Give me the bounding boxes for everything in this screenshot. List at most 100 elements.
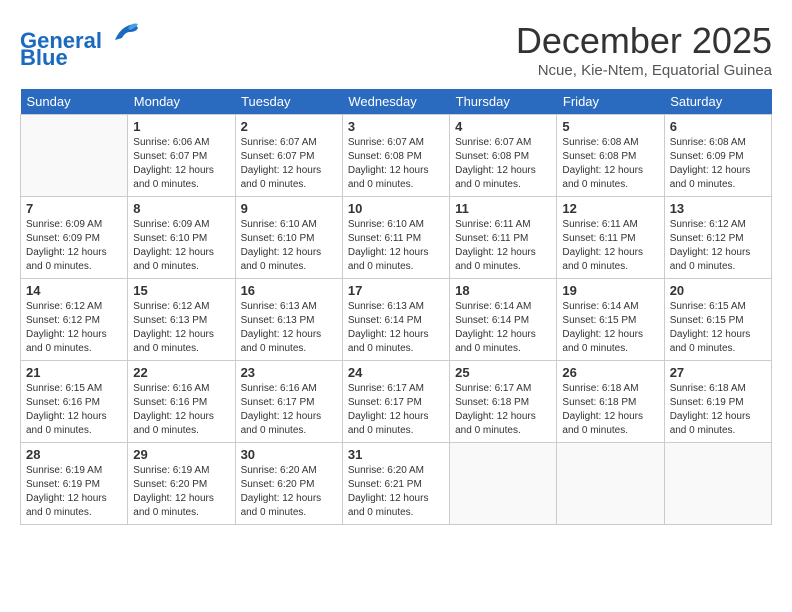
calendar-week-row: 21Sunrise: 6:15 AMSunset: 6:16 PMDayligh… bbox=[21, 361, 772, 443]
calendar-cell: 16 Sunrise: 6:13 AMSunset: 6:13 PMDayligh… bbox=[235, 279, 342, 361]
day-number: 11 bbox=[455, 201, 551, 216]
calendar-cell: 27 Sunrise: 6:18 AMSunset: 6:19 PMDayligh… bbox=[664, 361, 771, 443]
day-number: 24 bbox=[348, 365, 444, 380]
calendar-cell: 6 Sunrise: 6:08 AMSunset: 6:09 PMDaylight… bbox=[664, 115, 771, 197]
day-number: 12 bbox=[562, 201, 658, 216]
calendar-cell: 3 Sunrise: 6:07 AMSunset: 6:08 PMDaylight… bbox=[342, 115, 449, 197]
day-info: Sunrise: 6:09 AMSunset: 6:10 PMDaylight:… bbox=[133, 218, 229, 274]
day-info: Sunrise: 6:17 AMSunset: 6:18 PMDaylight:… bbox=[455, 382, 551, 438]
calendar-cell: 12 Sunrise: 6:11 AMSunset: 6:11 PMDayligh… bbox=[557, 197, 664, 279]
day-number: 30 bbox=[241, 447, 337, 462]
day-info: Sunrise: 6:09 AMSunset: 6:09 PMDaylight:… bbox=[26, 218, 122, 274]
calendar-cell: 1Sunrise: 6:06 AMSunset: 6:07 PMDaylight… bbox=[128, 115, 235, 197]
calendar-cell: 26 Sunrise: 6:18 AMSunset: 6:18 PMDayligh… bbox=[557, 361, 664, 443]
day-info: Sunrise: 6:13 AMSunset: 6:14 PMDaylight:… bbox=[348, 300, 444, 356]
day-info: Sunrise: 6:12 AMSunset: 6:12 PMDaylight:… bbox=[26, 300, 122, 356]
calendar-cell bbox=[664, 443, 771, 525]
day-info: Sunrise: 6:11 AMSunset: 6:11 PMDaylight:… bbox=[455, 218, 551, 274]
day-info: Sunrise: 6:20 AMSunset: 6:21 PMDaylight:… bbox=[348, 464, 444, 520]
calendar-cell: 4Sunrise: 6:07 AMSunset: 6:08 PMDaylight… bbox=[450, 115, 557, 197]
calendar-header-row: SundayMondayTuesdayWednesdayThursdayFrid… bbox=[21, 89, 772, 115]
day-number: 15 bbox=[133, 283, 229, 298]
column-header-tuesday: Tuesday bbox=[235, 89, 342, 115]
day-info: Sunrise: 6:07 AMSunset: 6:07 PMDaylight:… bbox=[241, 136, 337, 192]
column-header-saturday: Saturday bbox=[664, 89, 771, 115]
calendar-cell: 15 Sunrise: 6:12 AMSunset: 6:13 PMDayligh… bbox=[128, 279, 235, 361]
day-number: 25 bbox=[455, 365, 551, 380]
day-info: Sunrise: 6:15 AMSunset: 6:16 PMDaylight:… bbox=[26, 382, 122, 438]
calendar-week-row: 7 Sunrise: 6:09 AMSunset: 6:09 PMDaylight… bbox=[21, 197, 772, 279]
calendar-cell: 19 Sunrise: 6:14 AMSunset: 6:15 PMDayligh… bbox=[557, 279, 664, 361]
calendar-cell: 14 Sunrise: 6:12 AMSunset: 6:12 PMDayligh… bbox=[21, 279, 128, 361]
day-info: Sunrise: 6:16 AMSunset: 6:16 PMDaylight:… bbox=[133, 382, 229, 438]
calendar-cell: 21Sunrise: 6:15 AMSunset: 6:16 PMDayligh… bbox=[21, 361, 128, 443]
calendar-cell: 28 Sunrise: 6:19 AMSunset: 6:19 PMDayligh… bbox=[21, 443, 128, 525]
calendar-cell: 11 Sunrise: 6:11 AMSunset: 6:11 PMDayligh… bbox=[450, 197, 557, 279]
logo: General Blue bbox=[20, 20, 140, 67]
day-info: Sunrise: 6:20 AMSunset: 6:20 PMDaylight:… bbox=[241, 464, 337, 520]
day-number: 13 bbox=[670, 201, 766, 216]
page-header: General Blue December 2025 Ncue, Kie-Nte… bbox=[20, 20, 772, 79]
day-number: 19 bbox=[562, 283, 658, 298]
calendar-cell: 10Sunrise: 6:10 AMSunset: 6:11 PMDayligh… bbox=[342, 197, 449, 279]
calendar-cell: 22 Sunrise: 6:16 AMSunset: 6:16 PMDayligh… bbox=[128, 361, 235, 443]
day-number: 6 bbox=[670, 119, 766, 134]
day-number: 3 bbox=[348, 119, 444, 134]
column-header-friday: Friday bbox=[557, 89, 664, 115]
day-info: Sunrise: 6:17 AMSunset: 6:17 PMDaylight:… bbox=[348, 382, 444, 438]
day-info: Sunrise: 6:14 AMSunset: 6:15 PMDaylight:… bbox=[562, 300, 658, 356]
day-number: 28 bbox=[26, 447, 122, 462]
calendar-cell: 20Sunrise: 6:15 AMSunset: 6:15 PMDayligh… bbox=[664, 279, 771, 361]
day-info: Sunrise: 6:12 AMSunset: 6:13 PMDaylight:… bbox=[133, 300, 229, 356]
calendar-cell: 9Sunrise: 6:10 AMSunset: 6:10 PMDaylight… bbox=[235, 197, 342, 279]
calendar-cell: 31 Sunrise: 6:20 AMSunset: 6:21 PMDayligh… bbox=[342, 443, 449, 525]
day-number: 22 bbox=[133, 365, 229, 380]
day-info: Sunrise: 6:15 AMSunset: 6:15 PMDaylight:… bbox=[670, 300, 766, 356]
day-info: Sunrise: 6:18 AMSunset: 6:19 PMDaylight:… bbox=[670, 382, 766, 438]
day-info: Sunrise: 6:07 AMSunset: 6:08 PMDaylight:… bbox=[348, 136, 444, 192]
day-info: Sunrise: 6:06 AMSunset: 6:07 PMDaylight:… bbox=[133, 136, 229, 192]
day-number: 5 bbox=[562, 119, 658, 134]
calendar-week-row: 14 Sunrise: 6:12 AMSunset: 6:12 PMDayligh… bbox=[21, 279, 772, 361]
calendar-cell: 18 Sunrise: 6:14 AMSunset: 6:14 PMDayligh… bbox=[450, 279, 557, 361]
logo-bird-icon bbox=[110, 20, 140, 48]
day-number: 18 bbox=[455, 283, 551, 298]
day-number: 7 bbox=[26, 201, 122, 216]
calendar-cell: 13 Sunrise: 6:12 AMSunset: 6:12 PMDayligh… bbox=[664, 197, 771, 279]
column-header-monday: Monday bbox=[128, 89, 235, 115]
day-info: Sunrise: 6:14 AMSunset: 6:14 PMDaylight:… bbox=[455, 300, 551, 356]
calendar-cell: 2 Sunrise: 6:07 AMSunset: 6:07 PMDaylight… bbox=[235, 115, 342, 197]
day-info: Sunrise: 6:13 AMSunset: 6:13 PMDaylight:… bbox=[241, 300, 337, 356]
day-info: Sunrise: 6:08 AMSunset: 6:09 PMDaylight:… bbox=[670, 136, 766, 192]
calendar-cell: 24 Sunrise: 6:17 AMSunset: 6:17 PMDayligh… bbox=[342, 361, 449, 443]
title-block: December 2025 Ncue, Kie-Ntem, Equatorial… bbox=[516, 20, 772, 79]
day-number: 10 bbox=[348, 201, 444, 216]
calendar-cell bbox=[21, 115, 128, 197]
column-header-thursday: Thursday bbox=[450, 89, 557, 115]
calendar-cell: 29 Sunrise: 6:19 AMSunset: 6:20 PMDayligh… bbox=[128, 443, 235, 525]
calendar-cell bbox=[557, 443, 664, 525]
day-number: 8 bbox=[133, 201, 229, 216]
day-number: 2 bbox=[241, 119, 337, 134]
day-number: 29 bbox=[133, 447, 229, 462]
calendar-week-row: 1Sunrise: 6:06 AMSunset: 6:07 PMDaylight… bbox=[21, 115, 772, 197]
day-info: Sunrise: 6:12 AMSunset: 6:12 PMDaylight:… bbox=[670, 218, 766, 274]
day-number: 14 bbox=[26, 283, 122, 298]
calendar-cell: 23Sunrise: 6:16 AMSunset: 6:17 PMDayligh… bbox=[235, 361, 342, 443]
day-info: Sunrise: 6:18 AMSunset: 6:18 PMDaylight:… bbox=[562, 382, 658, 438]
day-number: 16 bbox=[241, 283, 337, 298]
day-info: Sunrise: 6:07 AMSunset: 6:08 PMDaylight:… bbox=[455, 136, 551, 192]
calendar-week-row: 28 Sunrise: 6:19 AMSunset: 6:19 PMDayligh… bbox=[21, 443, 772, 525]
calendar-cell: 17 Sunrise: 6:13 AMSunset: 6:14 PMDayligh… bbox=[342, 279, 449, 361]
day-number: 27 bbox=[670, 365, 766, 380]
day-info: Sunrise: 6:19 AMSunset: 6:20 PMDaylight:… bbox=[133, 464, 229, 520]
month-title: December 2025 bbox=[516, 20, 772, 62]
day-number: 31 bbox=[348, 447, 444, 462]
day-info: Sunrise: 6:19 AMSunset: 6:19 PMDaylight:… bbox=[26, 464, 122, 520]
calendar-cell: 7 Sunrise: 6:09 AMSunset: 6:09 PMDaylight… bbox=[21, 197, 128, 279]
calendar-cell: 5Sunrise: 6:08 AMSunset: 6:08 PMDaylight… bbox=[557, 115, 664, 197]
day-info: Sunrise: 6:11 AMSunset: 6:11 PMDaylight:… bbox=[562, 218, 658, 274]
calendar-cell: 30 Sunrise: 6:20 AMSunset: 6:20 PMDayligh… bbox=[235, 443, 342, 525]
day-number: 17 bbox=[348, 283, 444, 298]
day-number: 26 bbox=[562, 365, 658, 380]
